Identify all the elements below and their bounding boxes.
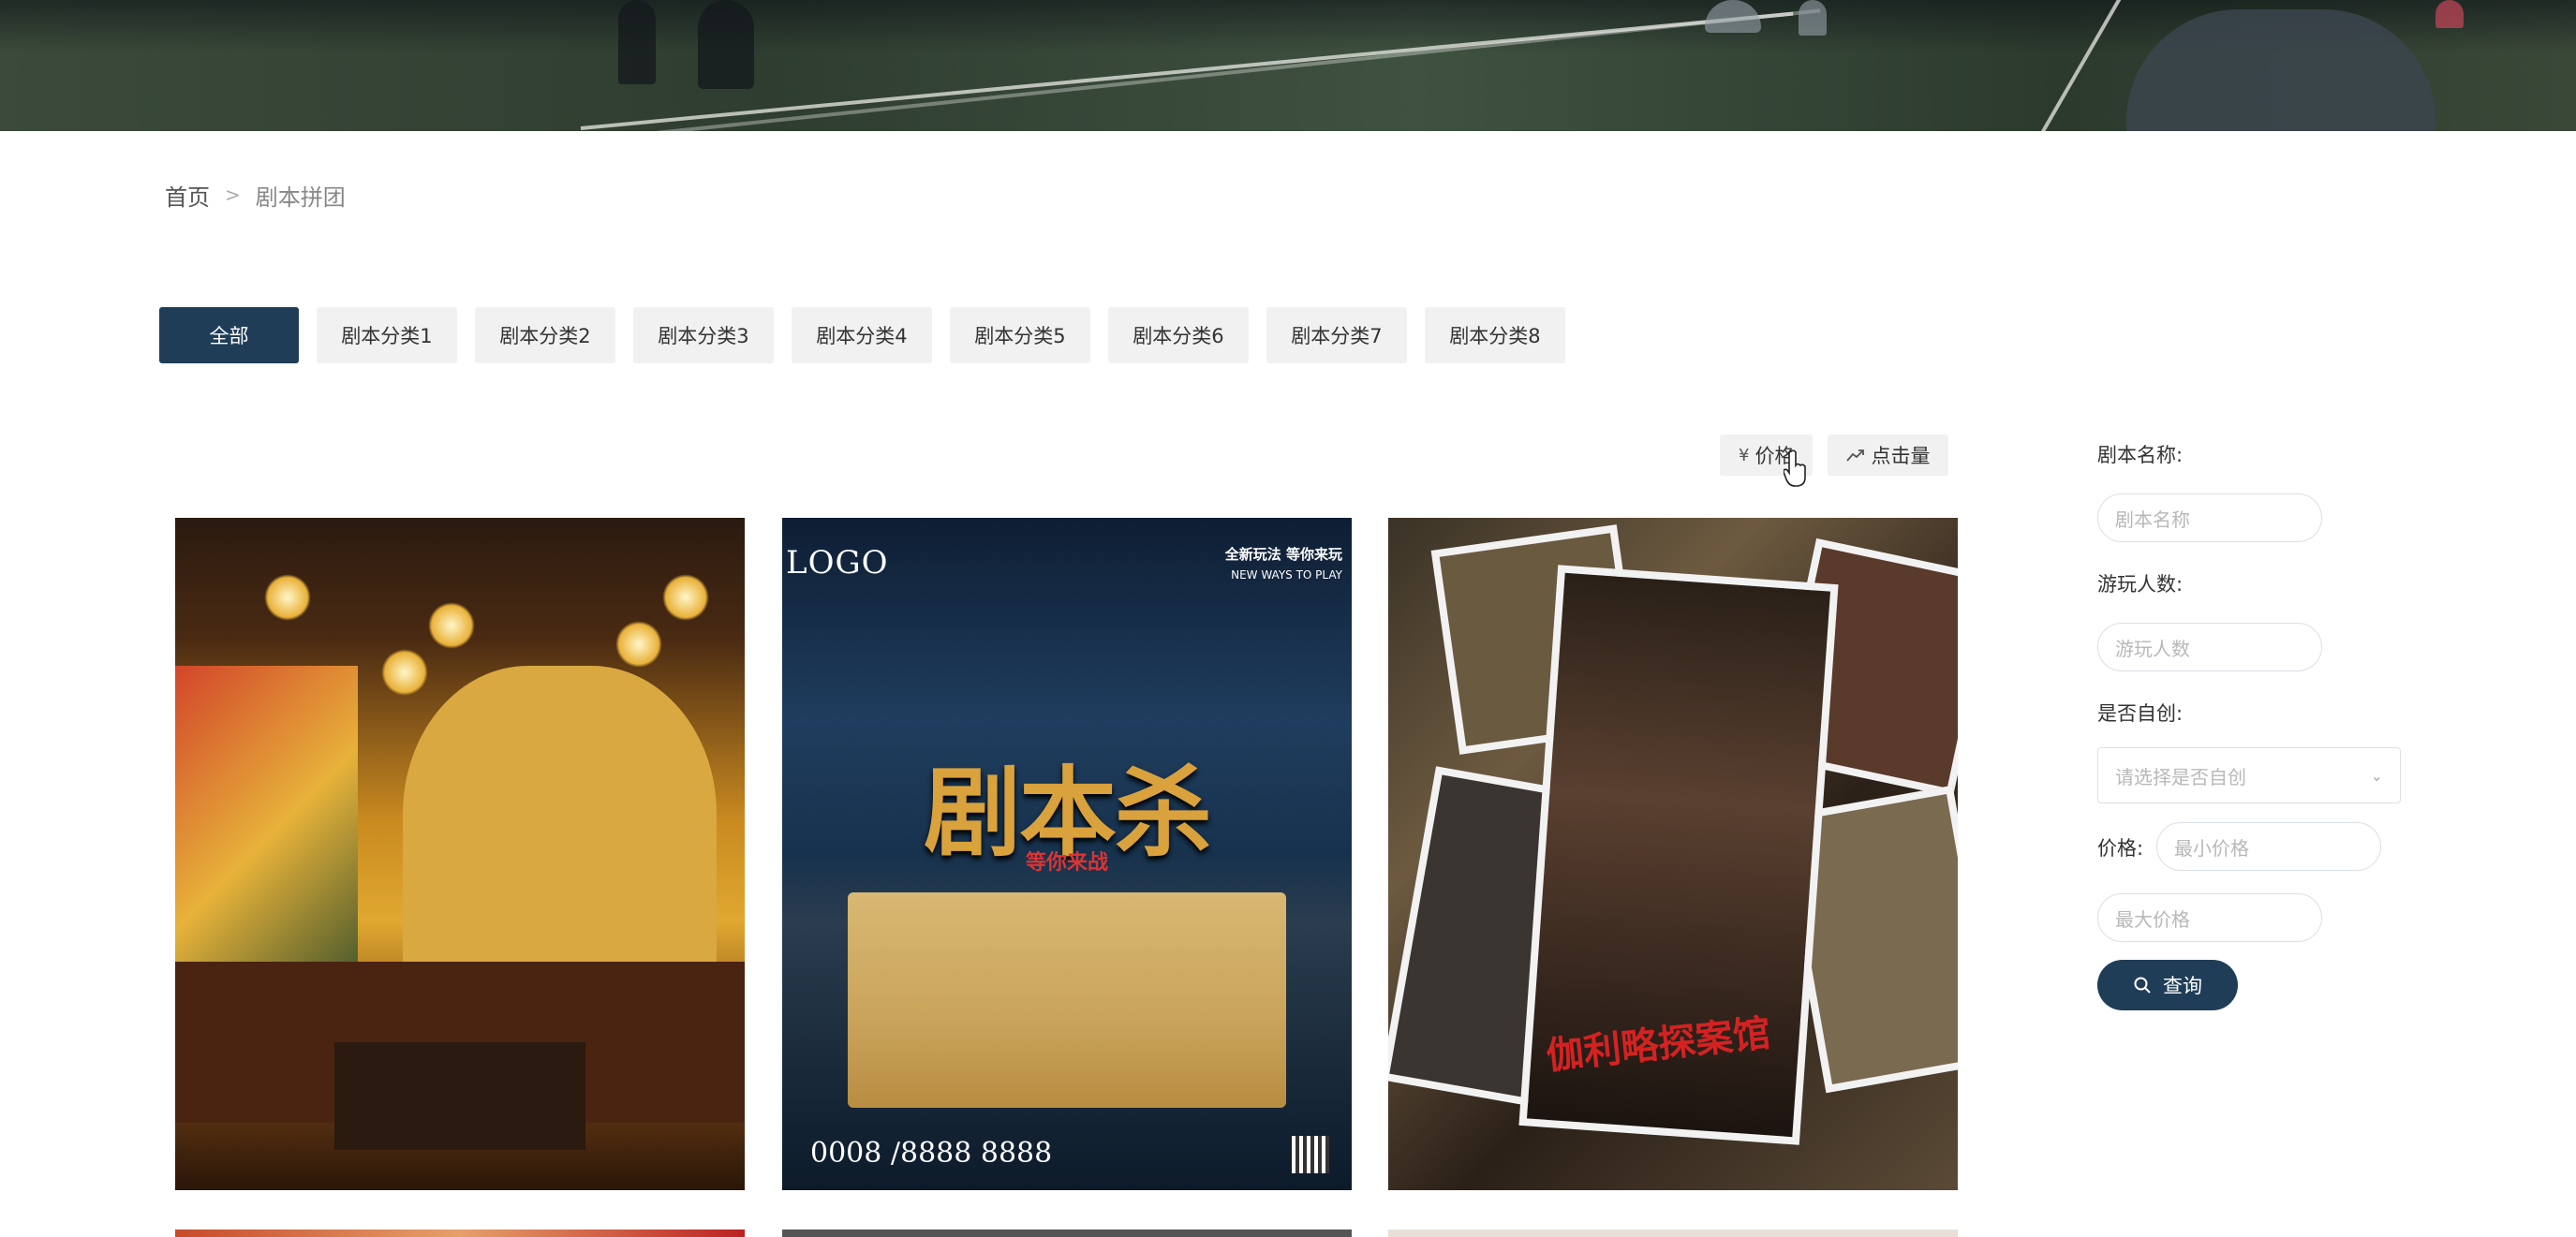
trend-up-icon [1846, 449, 1865, 462]
breadcrumb: 首页 > 剧本拼团 [165, 178, 346, 212]
hand-cursor-icon [1784, 449, 1806, 487]
poster-tagline-cn: 全新玩法 等你来玩 [1224, 546, 1342, 563]
script-name-input[interactable]: 剧本名称 [2097, 493, 2322, 542]
card-image-poster: LOGO 全新玩法 等你来玩 NEW WAYS TO PLAY 剧本杀 等你来战… [782, 518, 1352, 1190]
tab-category-7[interactable]: 剧本分类7 [1266, 307, 1407, 363]
sort-bar: ¥ 价格 点击量 [1720, 434, 1949, 476]
tab-category-2[interactable]: 剧本分类2 [475, 307, 615, 363]
tab-category-1[interactable]: 剧本分类1 [317, 307, 457, 363]
qr-code-icon [1292, 1136, 1329, 1173]
players-label: 游玩人数: [2097, 573, 2184, 596]
query-button-label: 查询 [2163, 975, 2202, 997]
script-card[interactable]: LOGO 全新玩法 等你来玩 NEW WAYS TO PLAY 剧本杀 等你来战… [782, 518, 1352, 1190]
original-label: 是否自创: [2097, 702, 2184, 725]
players-input[interactable]: 游玩人数 [2097, 623, 2322, 671]
breadcrumb-separator: > [225, 184, 241, 206]
script-card[interactable] [175, 518, 745, 1190]
card-image-peek [782, 1230, 1352, 1237]
tab-category-8[interactable]: 剧本分类8 [1425, 307, 1565, 363]
tab-category-3[interactable]: 剧本分类3 [633, 307, 774, 363]
tab-category-6[interactable]: 剧本分类6 [1108, 307, 1249, 363]
poster-tagline-en: NEW WAYS TO PLAY [1231, 568, 1342, 582]
poster-phone: 0008 /8888 8888 [810, 1137, 1053, 1170]
sort-clicks-button[interactable]: 点击量 [1828, 434, 1949, 476]
poster-scroll [848, 892, 1286, 1108]
poster-logo: LOGO [786, 544, 889, 582]
max-price-input[interactable]: 最大价格 [2097, 893, 2322, 942]
query-button[interactable]: 查询 [2097, 960, 2238, 1010]
card-image-collage: 伽利略探案馆 [1388, 518, 1958, 1190]
hero-banner [0, 0, 2576, 131]
card-image-peek [175, 1230, 745, 1237]
breadcrumb-current: 剧本拼团 [255, 184, 346, 211]
original-select-placeholder: 请选择是否自创 [2115, 765, 2246, 788]
search-icon [2134, 977, 2151, 994]
tab-category-4[interactable]: 剧本分类4 [792, 307, 932, 363]
poster-tagline: 全新玩法 等你来玩 NEW WAYS TO PLAY [1225, 544, 1342, 585]
poster-subtitle: 等你来战 [1025, 851, 1108, 875]
min-price-input[interactable]: 最小价格 [2156, 822, 2381, 871]
card-image-peek [1388, 1230, 1958, 1237]
script-name-label: 剧本名称: [2097, 444, 2184, 466]
card-image-cafe [175, 518, 745, 1190]
chevron-down-icon: ⌄ [2370, 766, 2383, 785]
price-label: 价格: [2097, 837, 2144, 860]
tab-category-5[interactable]: 剧本分类5 [950, 307, 1090, 363]
yen-icon: ¥ [1739, 445, 1750, 465]
tab-all[interactable]: 全部 [159, 307, 299, 363]
script-card[interactable]: 伽利略探案馆 [1388, 518, 1958, 1190]
breadcrumb-home[interactable]: 首页 [165, 179, 210, 212]
original-select[interactable]: 请选择是否自创 ⌄ [2097, 747, 2401, 803]
sort-clicks-label: 点击量 [1871, 445, 1931, 467]
category-tabs: 全部 剧本分类1 剧本分类2 剧本分类3 剧本分类4 剧本分类5 剧本分类6 剧… [159, 307, 1565, 363]
